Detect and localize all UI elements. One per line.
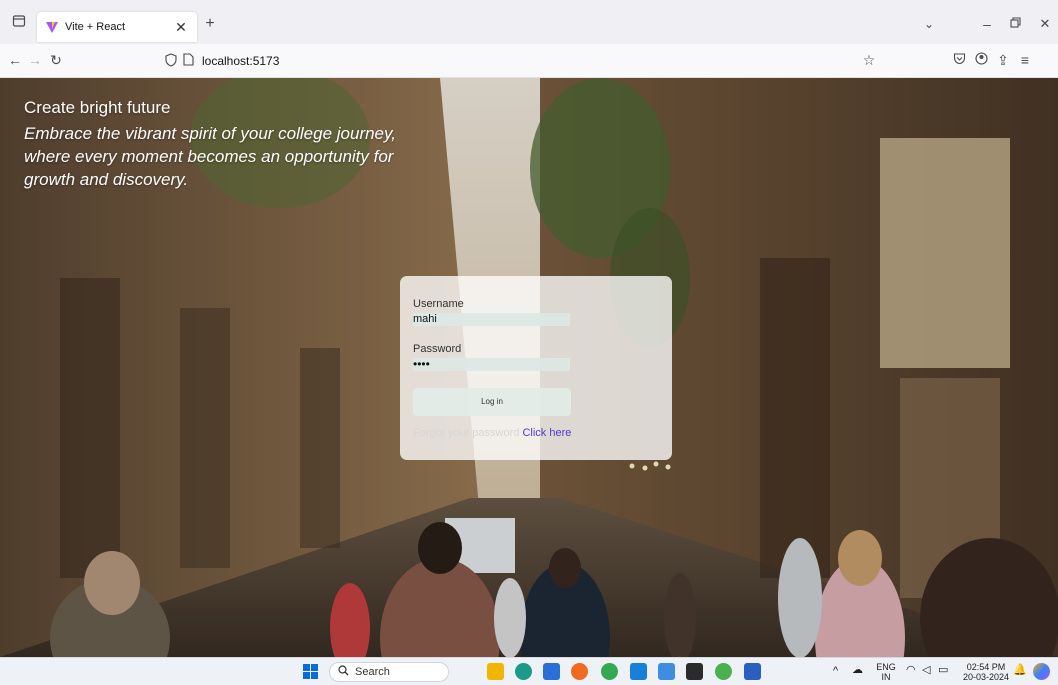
firefox-icon[interactable] xyxy=(571,663,588,680)
password-label: Password xyxy=(413,343,462,355)
start-windows-icon[interactable] xyxy=(302,663,319,680)
restore-button[interactable] xyxy=(1007,16,1025,34)
chrome-icon[interactable] xyxy=(715,663,732,680)
onedrive-icon[interactable]: ☁ xyxy=(852,665,863,676)
shield-icon[interactable] xyxy=(165,52,177,70)
account-icon[interactable] xyxy=(972,52,990,70)
list-all-tabs-icon[interactable]: ⌄ xyxy=(920,16,938,34)
file-explorer-icon[interactable] xyxy=(487,663,504,680)
browser-tab[interactable]: Vite + React ✕ xyxy=(37,12,197,42)
share-icon[interactable]: ⇪ xyxy=(994,52,1012,70)
new-tab-button[interactable]: + xyxy=(201,16,219,34)
taskbar-search-placeholder: Search xyxy=(355,666,390,678)
word-icon[interactable] xyxy=(744,663,761,680)
notification-bell-icon[interactable]: 🔔 xyxy=(1013,665,1027,676)
browser-titlebar: Vite + React ✕ + ⌄ – ✕ xyxy=(0,0,1058,44)
copilot-icon[interactable] xyxy=(1033,663,1050,680)
page-icon[interactable] xyxy=(183,53,194,69)
language-region: IN xyxy=(881,672,891,682)
page-viewport: Create bright future Embrace the vibrant… xyxy=(0,78,1058,657)
tab-title: Vite + React xyxy=(65,21,126,33)
browser-toolbar: ← → ↻ localhost:5173 ☆ ⇪ ≡ xyxy=(0,44,1058,78)
forgot-password-link[interactable]: Click here xyxy=(522,427,571,439)
forward-arrow-icon[interactable]: → xyxy=(26,52,44,70)
tray-chevron-icon[interactable]: ^ xyxy=(833,666,838,677)
menu-hamburger-icon[interactable]: ≡ xyxy=(1016,52,1034,70)
notepad-icon[interactable] xyxy=(658,663,675,680)
battery-icon[interactable]: ▭ xyxy=(938,665,948,676)
language-indicator[interactable]: ENG IN xyxy=(876,662,896,682)
clock-time: 02:54 PM xyxy=(966,662,1006,672)
vite-logo-icon xyxy=(45,20,59,34)
login-card: Username mahi Password •••• Log in Forgo… xyxy=(400,276,672,460)
hero-tagline: Embrace the vibrant spirit of your colle… xyxy=(24,124,396,189)
edge-browser-icon[interactable] xyxy=(515,663,532,680)
clock[interactable]: 02:54 PM 20-03-2024 xyxy=(958,662,1014,682)
forgot-password-row: Forgot your password Click here xyxy=(413,427,659,439)
wifi-icon[interactable]: ◠ xyxy=(906,665,916,676)
windows-taskbar: Search ^ ☁ ENG IN ◠ ◁ ▭ 02:54 PM 20-03-2… xyxy=(0,657,1058,685)
hero-heading: Create bright future xyxy=(24,98,171,117)
volume-icon[interactable]: ◁ xyxy=(922,665,930,676)
url-bar[interactable]: localhost:5173 xyxy=(165,49,885,73)
username-label: Username xyxy=(413,298,464,310)
microsoft-store-icon[interactable] xyxy=(543,663,560,680)
chrome-profile-icon[interactable] xyxy=(601,663,618,680)
hero-text: Create bright future Embrace the vibrant… xyxy=(24,98,444,191)
url-text[interactable]: localhost:5173 xyxy=(202,54,279,68)
search-icon xyxy=(338,665,349,679)
tab-close-icon[interactable]: ✕ xyxy=(173,19,189,36)
back-arrow-icon[interactable]: ← xyxy=(6,52,24,70)
login-button[interactable]: Log in xyxy=(413,388,571,416)
clock-date: 20-03-2024 xyxy=(962,672,1010,682)
reload-icon[interactable]: ↻ xyxy=(47,52,65,70)
taskbar-search-box[interactable]: Search xyxy=(329,662,449,682)
language-code: ENG xyxy=(876,662,896,672)
terminal-icon[interactable] xyxy=(686,663,703,680)
tab-list-icon[interactable] xyxy=(10,14,28,32)
bookmark-star-icon[interactable]: ☆ xyxy=(860,52,878,70)
minimize-button[interactable]: – xyxy=(978,16,996,34)
close-window-button[interactable]: ✕ xyxy=(1036,16,1054,34)
username-input[interactable]: mahi xyxy=(413,313,570,326)
forgot-password-text: Forgot your password xyxy=(413,427,520,439)
vscode-icon[interactable] xyxy=(630,663,647,680)
pocket-icon[interactable] xyxy=(950,52,968,70)
password-input[interactable]: •••• xyxy=(413,358,570,371)
